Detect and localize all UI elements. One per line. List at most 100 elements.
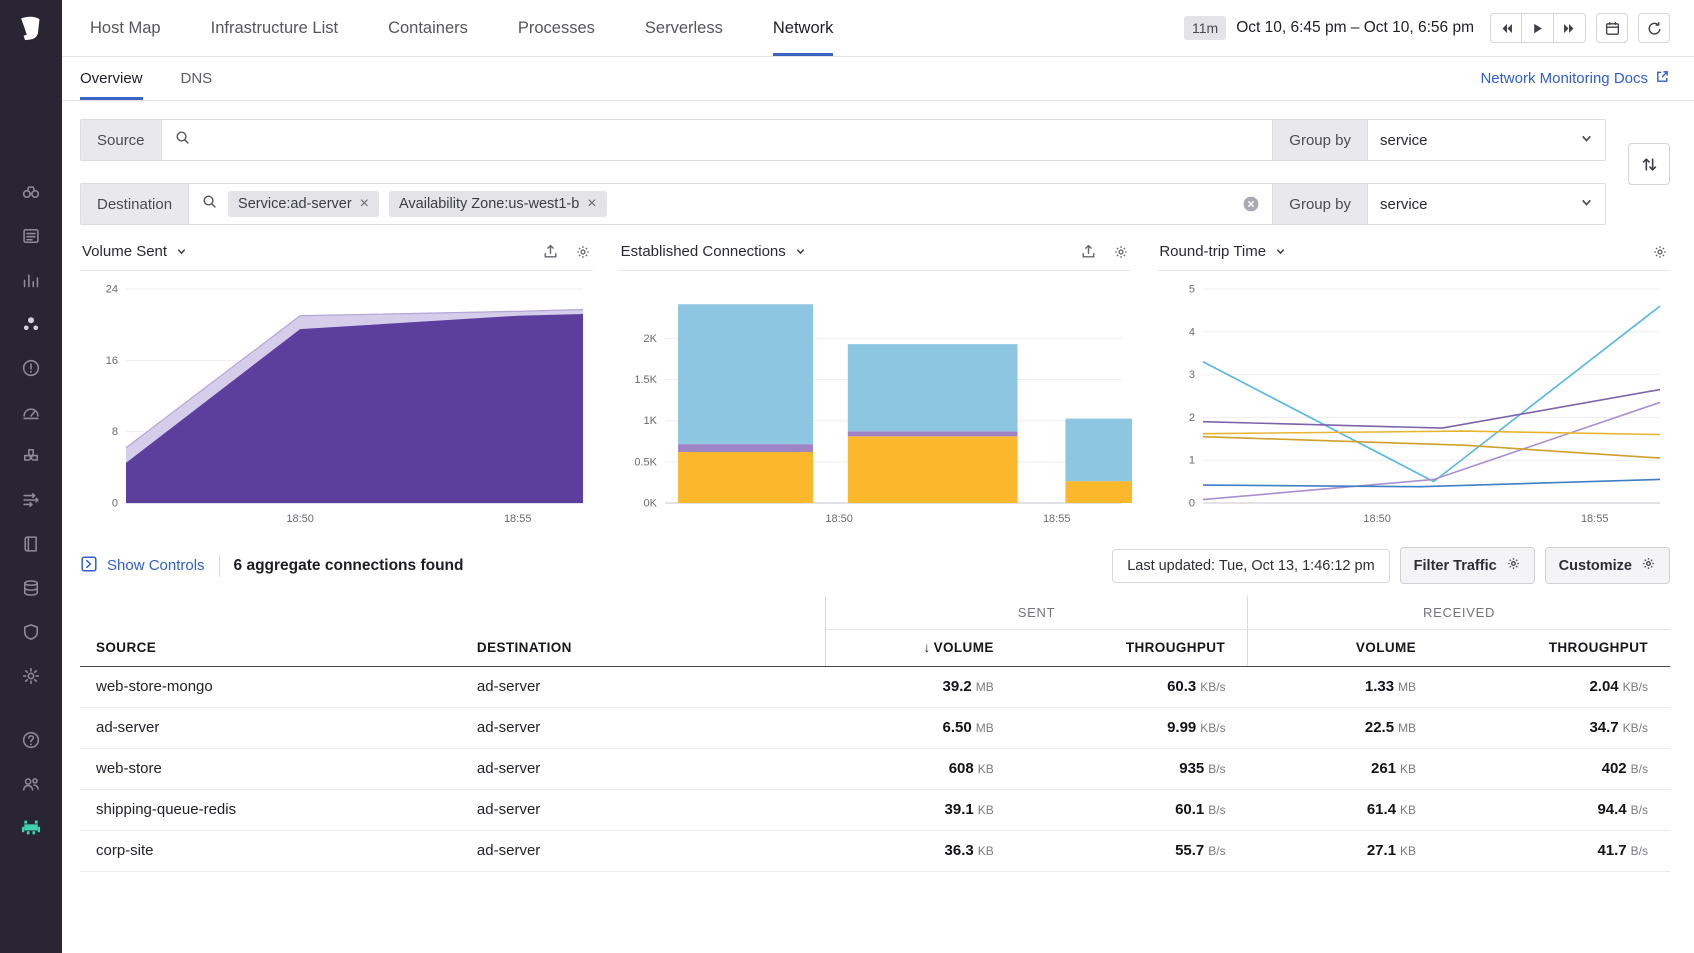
sidebar-item-notebooks[interactable] [0,524,62,568]
filter-tag-label: Service:ad-server [238,196,352,212]
sidebar-item-settings[interactable] [0,656,62,700]
source-filter-row: Source Group by service [80,119,1606,161]
export-icon[interactable] [1080,243,1097,260]
sidebar-item-help[interactable] [0,720,62,764]
remove-tag-icon[interactable]: × [587,196,596,212]
refresh-button[interactable] [1638,13,1670,43]
sent-volume-column-header[interactable]: ↓VOLUME [825,629,1015,666]
time-range-label[interactable]: Oct 10, 6:45 pm – Oct 10, 6:56 pm [1236,19,1474,37]
svg-text:5: 5 [1189,284,1195,296]
table-row[interactable]: web-store-mongoad-server39.2MB60.3KB/s1.… [80,666,1670,707]
sidebar-item-events[interactable] [0,216,62,260]
source-search-input[interactable] [201,132,1261,149]
chart-panel-round-trip-time: Round-trip Time 01234518:5018:55 [1157,243,1670,529]
gear-icon[interactable] [575,244,591,260]
show-controls-label: Show Controls [107,557,205,574]
sidebar-item-pipelines[interactable] [0,480,62,524]
filter-traffic-button[interactable]: Filter Traffic [1400,547,1535,584]
sidebar-item-logs[interactable] [0,568,62,612]
table-row[interactable]: web-storead-server608KB935B/s261KB402B/s [80,748,1670,789]
table-row[interactable]: corp-sitead-server36.3KB55.7B/s27.1KB41.… [80,830,1670,871]
destination-filter-row: Destination Service:ad-server×Availabili… [80,183,1606,225]
sub-navigation: Overview DNS Network Monitoring Docs [62,57,1694,101]
search-icon [174,129,191,151]
sidebar-item-integrations[interactable] [0,436,62,480]
swap-source-destination-button[interactable] [1628,143,1670,185]
received-volume-cell: 22.5MB [1248,707,1438,748]
table-row[interactable]: ad-serverad-server6.50MB9.99KB/s22.5MB34… [80,707,1670,748]
time-play-button[interactable] [1522,13,1554,43]
round-trip-time-title-dropdown[interactable]: Round-trip Time [1159,243,1286,260]
chart-title-label: Volume Sent [82,243,167,260]
sidebar-item-bits-ai[interactable] [0,808,62,852]
sent-volume-cell: 39.2MB [825,666,1015,707]
received-throughput-cell: 402B/s [1438,748,1670,789]
export-icon[interactable] [542,243,559,260]
tab-overview[interactable]: Overview [80,57,143,100]
events-icon [21,226,41,251]
clear-filters-icon[interactable] [1242,195,1260,213]
sidebar-item-security[interactable] [0,612,62,656]
time-duration-badge[interactable]: 11m [1184,16,1226,40]
tab-infrastructure-list[interactable]: Infrastructure List [211,0,338,56]
sent-throughput-column-header[interactable]: THROUGHPUT [1016,629,1248,666]
time-backward-button[interactable] [1490,13,1522,43]
tab-dns[interactable]: DNS [181,57,213,100]
sidebar-item-metrics[interactable] [0,260,62,304]
svg-text:18:55: 18:55 [1043,513,1071,525]
destination-group-by-select[interactable]: service [1367,184,1605,224]
sent-group-header: SENT [825,596,1247,629]
destination-column-header[interactable]: DESTINATION [461,629,825,666]
external-link-icon [1655,69,1670,88]
datadog-logo-icon[interactable] [0,0,62,62]
sent-volume-cell: 6.50MB [825,707,1015,748]
customize-button[interactable]: Customize [1545,547,1670,584]
source-searchbox[interactable] [162,120,1273,160]
chart-panel-volume-sent: Volume Sent 08162418:5018:55 [80,243,593,529]
source-group-by-select[interactable]: service [1367,120,1605,160]
connections-table: SENT RECEIVED SOURCE DESTINATION ↓VOLUME… [80,596,1670,872]
tab-containers[interactable]: Containers [388,0,468,56]
received-throughput-column-header[interactable]: THROUGHPUT [1438,629,1670,666]
table-row[interactable]: shipping-queue-redisad-server39.1KB60.1B… [80,789,1670,830]
svg-text:4: 4 [1189,326,1195,338]
sidebar-item-watchdog[interactable] [0,172,62,216]
show-controls-button[interactable]: Show Controls [80,555,205,577]
gear-icon[interactable] [1113,244,1129,260]
volume-sent-title-dropdown[interactable]: Volume Sent [82,243,187,260]
tab-host-map[interactable]: Host Map [90,0,161,56]
calendar-button[interactable] [1596,13,1628,43]
destination-tags: Service:ad-server×Availability Zone:us-w… [228,191,607,217]
sent-volume-cell: 36.3KB [825,830,1015,871]
tab-processes[interactable]: Processes [518,0,595,56]
destination-searchbox[interactable]: Service:ad-server×Availability Zone:us-w… [189,184,1272,224]
remove-tag-icon[interactable]: × [360,196,369,212]
gear-icon[interactable] [1652,244,1668,260]
destination-group-by-label: Group by [1272,184,1367,224]
network-monitoring-docs-link[interactable]: Network Monitoring Docs [1480,57,1670,100]
established-connections-title-dropdown[interactable]: Established Connections [621,243,806,260]
sidebar-item-synthetics[interactable] [0,392,62,436]
filter-traffic-label: Filter Traffic [1414,558,1497,574]
destination-field-label: Destination [81,184,189,224]
filter-tag[interactable]: Service:ad-server × [228,191,379,217]
tab-network[interactable]: Network [773,0,834,56]
divider [219,555,220,577]
received-volume-column-header[interactable]: VOLUME [1248,629,1438,666]
time-forward-button[interactable] [1554,13,1586,43]
tab-serverless[interactable]: Serverless [645,0,723,56]
source-column-header[interactable]: SOURCE [80,629,461,666]
sidebar-item-monitors[interactable] [0,348,62,392]
svg-text:0.5K: 0.5K [634,456,657,468]
volume-sent-chart: 08162418:5018:55 [80,277,593,529]
main-content: Host Map Infrastructure List Containers Pro… [62,0,1694,953]
svg-text:0: 0 [112,498,118,510]
watchdog-icon [21,182,41,207]
gear-icon [1506,556,1521,575]
sidebar-item-apm[interactable] [0,304,62,348]
filter-tag[interactable]: Availability Zone:us-west1-b× [389,191,607,217]
source-cell: web-store-mongo [80,666,461,707]
sidebar-item-org[interactable] [0,764,62,808]
time-step-controls [1490,13,1586,43]
source-group-by-label: Group by [1272,120,1367,160]
